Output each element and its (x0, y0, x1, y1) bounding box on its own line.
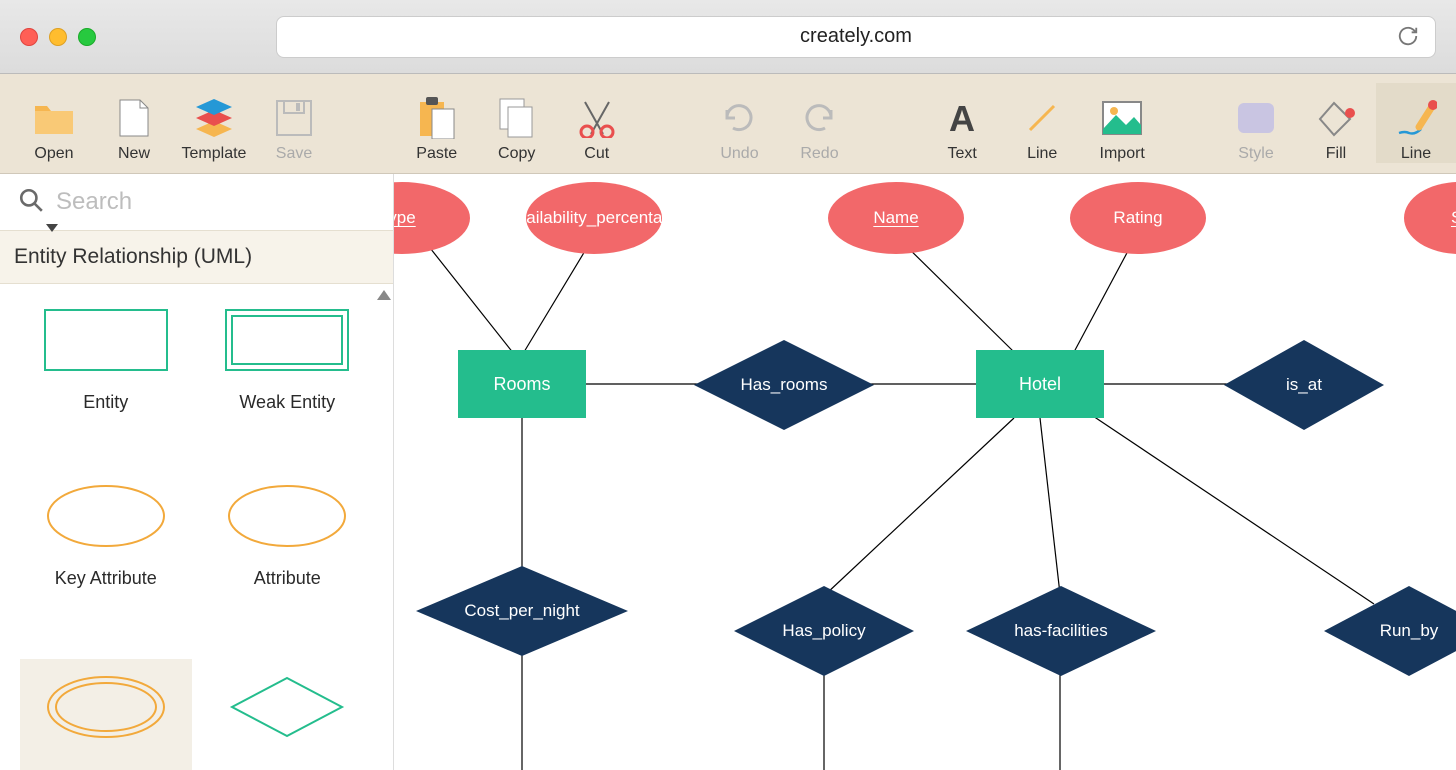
text-label: Text (948, 145, 977, 163)
diagram-canvas[interactable]: ype Availability_percentage Name Rating … (394, 174, 1456, 770)
minimize-window-button[interactable] (49, 28, 67, 46)
fill-icon (1315, 97, 1357, 139)
undo-label: Undo (720, 145, 758, 163)
new-file-icon (113, 97, 155, 139)
entity-hotel[interactable]: Hotel (976, 350, 1104, 418)
paste-icon (416, 97, 458, 139)
folder-icon (33, 97, 75, 139)
line-tool-label: Line (1027, 145, 1057, 163)
pencil-icon (1395, 97, 1437, 139)
line-tool-button[interactable]: Line (1002, 83, 1082, 163)
new-label: New (118, 145, 150, 163)
refresh-icon[interactable] (1397, 25, 1421, 49)
relation-has-rooms[interactable]: Has_rooms (694, 340, 874, 430)
shape-entity[interactable]: Entity (20, 306, 192, 442)
style-label: Style (1238, 145, 1274, 163)
template-label: Template (182, 145, 247, 163)
text-icon: A (941, 97, 983, 139)
cut-button[interactable]: Cut (557, 83, 637, 163)
shape-group-header[interactable]: Entity Relationship (UML) (0, 230, 393, 284)
copy-label: Copy (498, 145, 535, 163)
relation-run-by[interactable]: Run_by (1324, 586, 1456, 676)
shape-label: Entity (83, 392, 128, 413)
save-label: Save (276, 145, 312, 163)
attribute-availability[interactable]: Availability_percentage (526, 182, 662, 254)
attribute-type[interactable]: ype (394, 182, 470, 254)
shape-weak-entity[interactable]: Weak Entity (202, 306, 374, 442)
attribute-name[interactable]: Name (828, 182, 964, 254)
shape-list: Entity Weak Entity Key Attribute Attribu… (0, 284, 393, 770)
fill-button[interactable]: Fill (1296, 83, 1376, 163)
address-bar[interactable]: creately.com (276, 16, 1436, 58)
style-icon (1235, 97, 1277, 139)
text-tool-button[interactable]: A Text (922, 83, 1002, 163)
cut-label: Cut (584, 145, 609, 163)
shape-label: Weak Entity (239, 392, 335, 413)
import-button[interactable]: Import (1082, 83, 1162, 163)
copy-icon (496, 97, 538, 139)
paste-button[interactable]: Paste (397, 83, 477, 163)
style-button[interactable]: Style (1216, 83, 1296, 163)
redo-icon (798, 97, 840, 139)
undo-icon (718, 97, 760, 139)
relation-has-facilities[interactable]: has-facilities (966, 586, 1156, 676)
svg-text:A: A (949, 99, 975, 137)
shape-label: Attribute (254, 568, 321, 589)
search-icon (18, 187, 44, 218)
shape-attribute[interactable]: Attribute (202, 482, 374, 618)
save-button[interactable]: Save (254, 83, 334, 163)
search-row (0, 174, 393, 230)
open-button[interactable]: Open (14, 83, 94, 163)
attribute-status[interactable]: St (1404, 182, 1456, 254)
dropdown-caret-icon[interactable] (46, 224, 58, 232)
window-controls (20, 28, 96, 46)
import-icon (1101, 97, 1143, 139)
redo-label: Redo (800, 145, 838, 163)
shape-sidebar: Entity Relationship (UML) Entity Weak En… (0, 174, 394, 770)
shape-extra-2[interactable] (202, 659, 374, 770)
undo-button[interactable]: Undo (699, 83, 779, 163)
shape-key-attribute[interactable]: Key Attribute (20, 482, 192, 618)
relation-is-at[interactable]: is_at (1224, 340, 1384, 430)
shape-label: Key Attribute (55, 568, 157, 589)
cut-icon (576, 97, 618, 139)
line-style-button[interactable]: Line (1376, 83, 1456, 163)
save-icon (273, 97, 315, 139)
scroll-up-icon[interactable] (377, 290, 391, 300)
copy-button[interactable]: Copy (477, 83, 557, 163)
browser-chrome: creately.com (0, 0, 1456, 74)
paste-label: Paste (416, 145, 457, 163)
fill-label: Fill (1326, 145, 1346, 163)
toolbar: Open New Template Save (0, 74, 1456, 174)
address-url: creately.com (800, 25, 912, 48)
open-label: Open (34, 145, 73, 163)
line-style-label: Line (1401, 145, 1431, 163)
line-icon (1021, 97, 1063, 139)
entity-rooms[interactable]: Rooms (458, 350, 586, 418)
shape-extra-1[interactable] (20, 659, 192, 770)
search-input[interactable] (56, 188, 375, 216)
new-button[interactable]: New (94, 83, 174, 163)
import-label: Import (1100, 145, 1145, 163)
template-icon (193, 97, 235, 139)
attribute-rating[interactable]: Rating (1070, 182, 1206, 254)
maximize-window-button[interactable] (78, 28, 96, 46)
relation-cost-per-night[interactable]: Cost_per_night (416, 566, 628, 656)
close-window-button[interactable] (20, 28, 38, 46)
template-button[interactable]: Template (174, 83, 254, 163)
relation-has-policy[interactable]: Has_policy (734, 586, 914, 676)
redo-button[interactable]: Redo (779, 83, 859, 163)
